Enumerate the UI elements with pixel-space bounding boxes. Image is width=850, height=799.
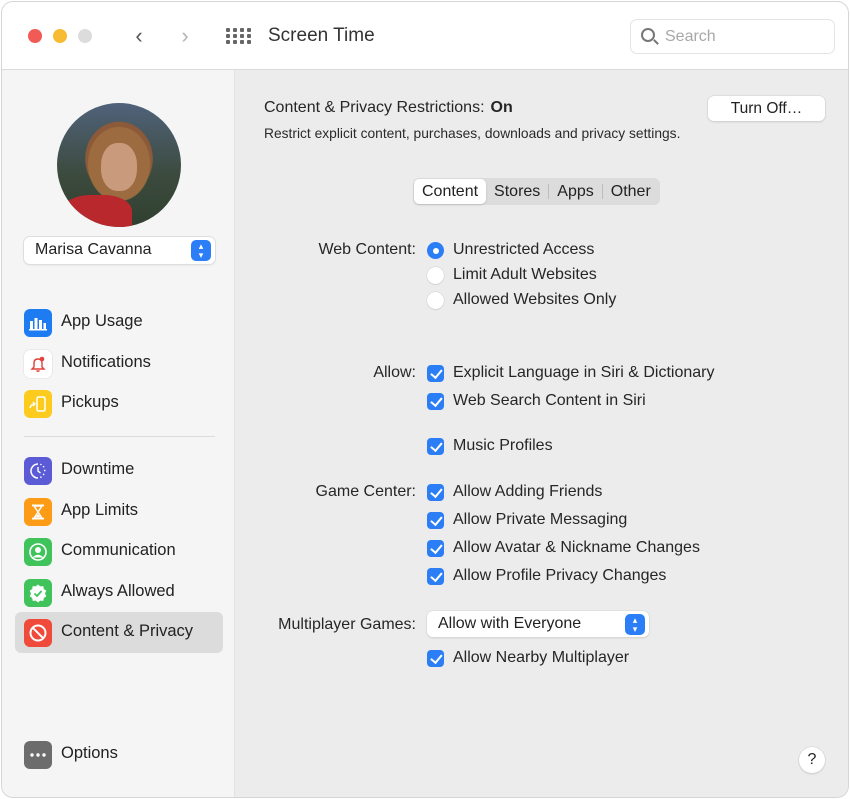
checkbox-label: Allow Adding Friends	[453, 483, 603, 500]
sidebar-item-content-privacy[interactable]: Content & Privacy	[15, 612, 223, 653]
minimize-window-button[interactable]	[53, 29, 67, 43]
restrictions-header: Content & Privacy Restrictions: On	[264, 99, 513, 117]
popup-stepper-icon: ▴ ▾	[625, 614, 645, 635]
user-select[interactable]: Marisa Cavanna ▴ ▾	[24, 237, 215, 264]
window-title: Screen Time	[268, 25, 375, 46]
search-icon	[641, 28, 655, 42]
forward-button[interactable]: ›	[174, 23, 196, 48]
restrictions-description: Restrict explicit content, purchases, do…	[264, 126, 681, 141]
sidebar-item-label: Pickups	[61, 393, 119, 411]
bell-icon	[24, 349, 52, 378]
checkbox-label: Allow Nearby Multiplayer	[453, 649, 630, 666]
multiplayer-games-label: Multiplayer Games:	[278, 616, 416, 633]
web-content-label: Web Content:	[318, 241, 416, 258]
checkbox-checked[interactable]	[427, 650, 444, 667]
restrictions-label: Content & Privacy Restrictions:	[264, 99, 485, 116]
sidebar-group-limits: Downtime App Limits Communication Always…	[15, 450, 223, 653]
sidebar-item-label: Downtime	[61, 460, 135, 478]
sidebar-item-communication[interactable]: Communication	[15, 531, 223, 572]
tab-stores[interactable]: Stores	[486, 179, 548, 204]
sidebar-item-label: Content & Privacy	[61, 622, 194, 640]
sidebar-item-label: Always Allowed	[61, 581, 175, 600]
sidebar-item-label: App Usage	[61, 312, 143, 330]
radio-label: Allowed Websites Only	[453, 291, 617, 308]
sidebar-item-app-usage[interactable]: App Usage	[15, 302, 223, 343]
sidebar-item-label: Communication	[61, 541, 176, 559]
tab-content[interactable]: Content	[414, 179, 487, 204]
chevron-right-icon: ›	[181, 23, 189, 48]
turn-off-button[interactable]: Turn Off…	[708, 96, 825, 121]
sidebar-item-notifications[interactable]: Notifications	[15, 343, 223, 384]
restrictions-status: On	[490, 99, 513, 116]
sidebar-item-downtime[interactable]: Downtime	[15, 450, 223, 491]
checkbox-checked[interactable]	[427, 393, 444, 410]
checkbox-checked[interactable]	[427, 540, 444, 557]
checkbox-label: Allow Private Messaging	[453, 511, 628, 528]
close-window-button[interactable]	[28, 29, 42, 43]
checkmark-badge-icon	[24, 578, 52, 607]
sidebar-item-label: Notifications	[61, 352, 151, 371]
avatar	[57, 103, 181, 227]
contact-icon	[24, 538, 52, 566]
radio-button-selected[interactable]	[427, 242, 444, 259]
tab-other[interactable]: Other	[603, 179, 659, 204]
titlebar: ‹ › Screen Time	[2, 2, 848, 70]
allow-label: Allow:	[373, 364, 416, 381]
help-button[interactable]: ?	[799, 747, 825, 773]
sidebar-item-options[interactable]: Options	[15, 734, 223, 774]
screen-time-window: ‹ › Screen Time Marisa Cavanna ▴▾ App Us…	[1, 1, 849, 798]
radio-label: Unrestricted Access	[453, 241, 595, 258]
checkbox-checked[interactable]	[427, 365, 444, 382]
radio-button[interactable]	[427, 267, 444, 284]
tab-apps[interactable]: Apps	[549, 179, 601, 204]
hourglass-icon	[24, 497, 52, 526]
ellipsis-icon	[24, 741, 52, 769]
search-input[interactable]	[665, 26, 825, 48]
back-button[interactable]: ‹	[128, 23, 150, 48]
checkbox-label: Music Profiles	[453, 437, 553, 454]
multiplayer-selected-value: Allow with Everyone	[438, 615, 582, 632]
sidebar: Marisa Cavanna ▴ ▾ App Usage Notification…	[2, 70, 235, 797]
bar-chart-icon	[24, 309, 52, 337]
zoom-window-button[interactable]	[78, 29, 92, 43]
sidebar-item-always-allowed[interactable]: Always Allowed	[15, 572, 223, 613]
checkbox-label: Explicit Language in Siri & Dictionary	[453, 364, 715, 381]
chevron-left-icon: ‹	[135, 23, 143, 48]
multiplayer-games-select[interactable]: Allow with Everyone ▴ ▾	[427, 611, 649, 637]
checkbox-checked[interactable]	[427, 512, 444, 529]
radio-button[interactable]	[427, 292, 444, 309]
checkbox-label: Allow Avatar & Nickname Changes	[453, 539, 700, 556]
sidebar-group-overview: App Usage Notifications Pickups	[15, 302, 223, 424]
radio-label: Limit Adult Websites	[453, 266, 597, 283]
search-field[interactable]	[630, 19, 835, 54]
category-tabs: Content Stores Apps Other	[413, 178, 660, 205]
prohibited-icon	[24, 619, 52, 647]
show-all-grid-icon[interactable]	[226, 28, 251, 45]
checkbox-label: Allow Profile Privacy Changes	[453, 567, 667, 584]
user-name: Marisa Cavanna	[35, 241, 152, 258]
pickup-phone-icon	[24, 390, 52, 418]
checkbox-checked[interactable]	[427, 568, 444, 585]
sidebar-item-pickups[interactable]: Pickups	[15, 383, 223, 424]
game-center-label: Game Center:	[315, 483, 416, 500]
content-privacy-pane: Content & Privacy Restrictions: On Restri…	[236, 70, 848, 797]
checkbox-checked[interactable]	[427, 484, 444, 501]
sidebar-divider	[24, 436, 215, 437]
sidebar-item-app-limits[interactable]: App Limits	[15, 491, 223, 532]
sidebar-item-label: App Limits	[61, 500, 139, 519]
checkbox-checked[interactable]	[427, 438, 444, 455]
checkbox-label: Web Search Content in Siri	[453, 392, 646, 409]
popup-stepper-icon: ▴ ▾	[191, 240, 211, 261]
options-label: Options	[61, 744, 118, 762]
downtime-icon	[24, 457, 52, 485]
